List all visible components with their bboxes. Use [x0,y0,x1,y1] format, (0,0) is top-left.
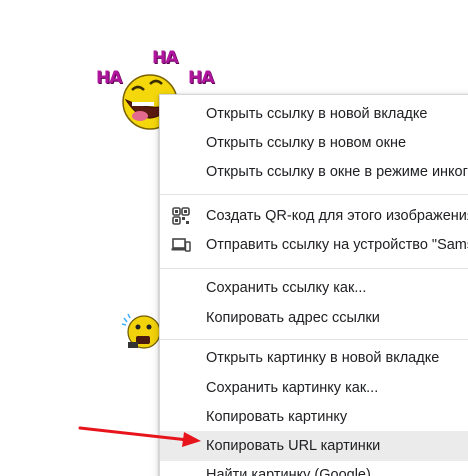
menu-item-open-link-new-tab[interactable]: Открыть ссылку в новой вкладке [160,99,468,129]
menu-item-label: Открыть ссылку в новом окне [206,135,407,151]
menu-item-label: Копировать адрес ссылки [206,310,380,326]
menu-item-label: Создать QR-код для этого изображения [206,208,468,224]
menu-item-label: Открыть картинку в новой вкладке [206,350,440,366]
menu-item-copy-image-url[interactable]: Копировать URL картинки [160,431,468,461]
menu-item-open-link-incognito[interactable]: Открыть ссылку в окне в режиме инкогнито [160,157,468,187]
menu-item-label: Сохранить ссылку как... [206,280,367,296]
menu-item-label: Копировать URL картинки [206,438,381,454]
menu-item-label: Открыть ссылку в новой вкладке [206,106,428,122]
sad-face-icon [121,313,161,349]
menu-item-label: Копировать картинку [206,409,348,425]
menu-item-search-image-google[interactable]: Найти картинку (Google) [160,460,468,476]
menu-separator [160,339,468,340]
devices-icon [171,238,191,252]
menu-item-copy-image[interactable]: Копировать картинку [160,402,468,432]
menu-item-save-link-as[interactable]: Сохранить ссылку как... [160,273,468,303]
menu-item-copy-link-address[interactable]: Копировать адрес ссылки [160,303,468,333]
context-menu: Открыть ссылку в новой вкладке Открыть с… [159,94,468,476]
menu-item-label: Открыть ссылку в окне в режиме инкогнито [206,164,468,180]
small-emoticon-image[interactable] [118,304,164,352]
web-page: HA HA HA Открыть ссылку в новой вкладке … [0,0,468,476]
menu-item-open-image-new-tab[interactable]: Открыть картинку в новой вкладке [160,343,468,373]
menu-item-save-image-as[interactable]: Сохранить картинку как... [160,373,468,403]
menu-item-create-qr-code[interactable]: Создать QR-код для этого изображения [160,201,468,231]
menu-item-label: Найти картинку (Google) [206,467,371,476]
qr-code-icon [172,207,190,225]
menu-item-open-link-new-window[interactable]: Открыть ссылку в новом окне [160,128,468,158]
menu-item-label: Сохранить картинку как... [206,380,379,396]
menu-item-send-to-device[interactable]: Отправить ссылку на устройство "Samsung" [160,230,468,260]
menu-separator [160,268,468,269]
menu-item-label: Отправить ссылку на устройство "Samsung" [206,237,468,253]
menu-separator [160,194,468,195]
